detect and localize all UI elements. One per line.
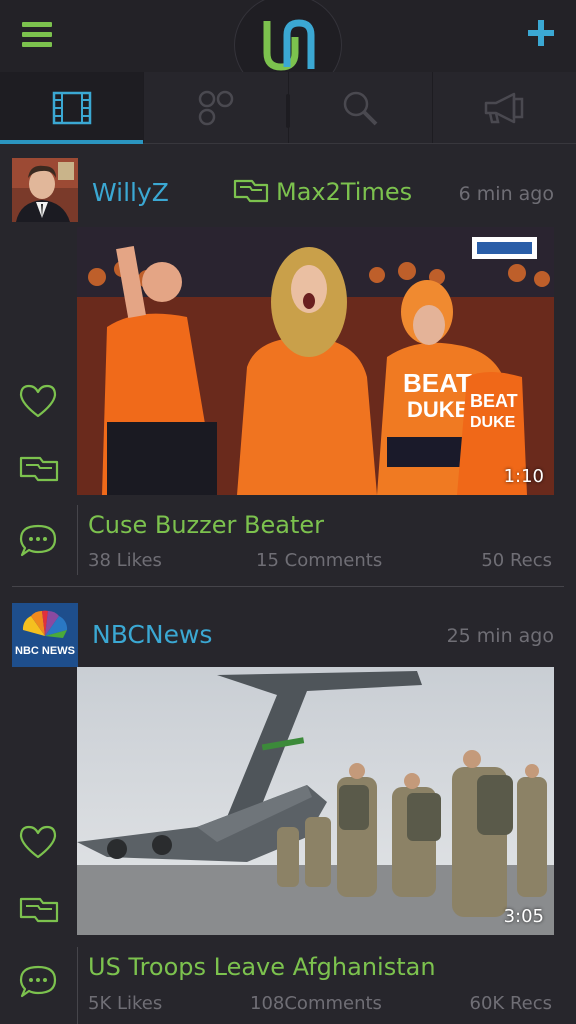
- video-feed[interactable]: WillyZ Max2Times 6 min ago BEAT DUKE BEA…: [0, 145, 576, 1024]
- video-thumbnail[interactable]: BEAT DUKE BEAT DUKE 1:10: [77, 227, 554, 495]
- avatar[interactable]: [12, 158, 78, 222]
- tab-announcements[interactable]: [433, 72, 576, 143]
- svg-text:BEAT: BEAT: [403, 368, 472, 398]
- film-strip-icon: [52, 91, 91, 124]
- plus-icon[interactable]: [524, 16, 558, 50]
- post-title[interactable]: Cuse Buzzer Beater: [88, 511, 324, 539]
- megaphone-icon: [485, 92, 524, 123]
- feed-post: WillyZ Max2Times 6 min ago BEAT DUKE BEA…: [0, 145, 576, 586]
- post-username[interactable]: WillyZ: [92, 178, 169, 207]
- svg-text:DUKE: DUKE: [407, 397, 469, 422]
- video-duration: 3:05: [503, 906, 544, 927]
- logo-stem: [286, 94, 290, 128]
- post-time: 25 min ago: [446, 625, 554, 647]
- tab-groups[interactable]: [144, 72, 289, 143]
- feed-post: NBC NEWS NBCNews 25 min ago 3:05 US Troo…: [12, 586, 564, 1024]
- repost-icon[interactable]: [18, 894, 60, 928]
- video-thumbnail[interactable]: 3:05: [77, 667, 554, 935]
- tab-videos[interactable]: [0, 72, 145, 144]
- heart-icon[interactable]: [18, 824, 58, 860]
- svg-text:BEAT: BEAT: [470, 391, 518, 411]
- recs-count[interactable]: 50 Recs: [481, 550, 552, 571]
- tab-search[interactable]: [289, 72, 433, 143]
- svg-text:DUKE: DUKE: [470, 414, 516, 431]
- likes-count[interactable]: 5K Likes: [88, 993, 162, 1014]
- reposted-by-name[interactable]: Max2Times: [276, 178, 412, 206]
- divider-line: [77, 505, 78, 575]
- post-title[interactable]: US Troops Leave Afghanistan: [88, 953, 436, 981]
- repost-icon[interactable]: [18, 453, 60, 487]
- search-icon: [343, 91, 378, 125]
- comment-icon[interactable]: [18, 964, 58, 1000]
- comments-count[interactable]: 108Comments: [250, 993, 382, 1014]
- hamburger-menu-icon[interactable]: [22, 22, 52, 48]
- comments-count[interactable]: 15 Comments: [256, 550, 382, 571]
- post-time: 6 min ago: [458, 183, 554, 205]
- top-bar: [0, 0, 576, 96]
- recs-count[interactable]: 60K Recs: [470, 993, 552, 1014]
- video-duration: 1:10: [503, 466, 544, 487]
- repost-icon: [233, 179, 269, 203]
- comment-icon[interactable]: [18, 523, 58, 559]
- avatar[interactable]: NBC NEWS: [12, 603, 78, 667]
- circles-grid-icon: [198, 90, 234, 125]
- divider-line: [77, 947, 78, 1024]
- likes-count[interactable]: 38 Likes: [88, 550, 162, 571]
- heart-icon[interactable]: [18, 383, 58, 419]
- post-username[interactable]: NBCNews: [92, 620, 212, 649]
- avatar-label: NBC NEWS: [15, 645, 75, 657]
